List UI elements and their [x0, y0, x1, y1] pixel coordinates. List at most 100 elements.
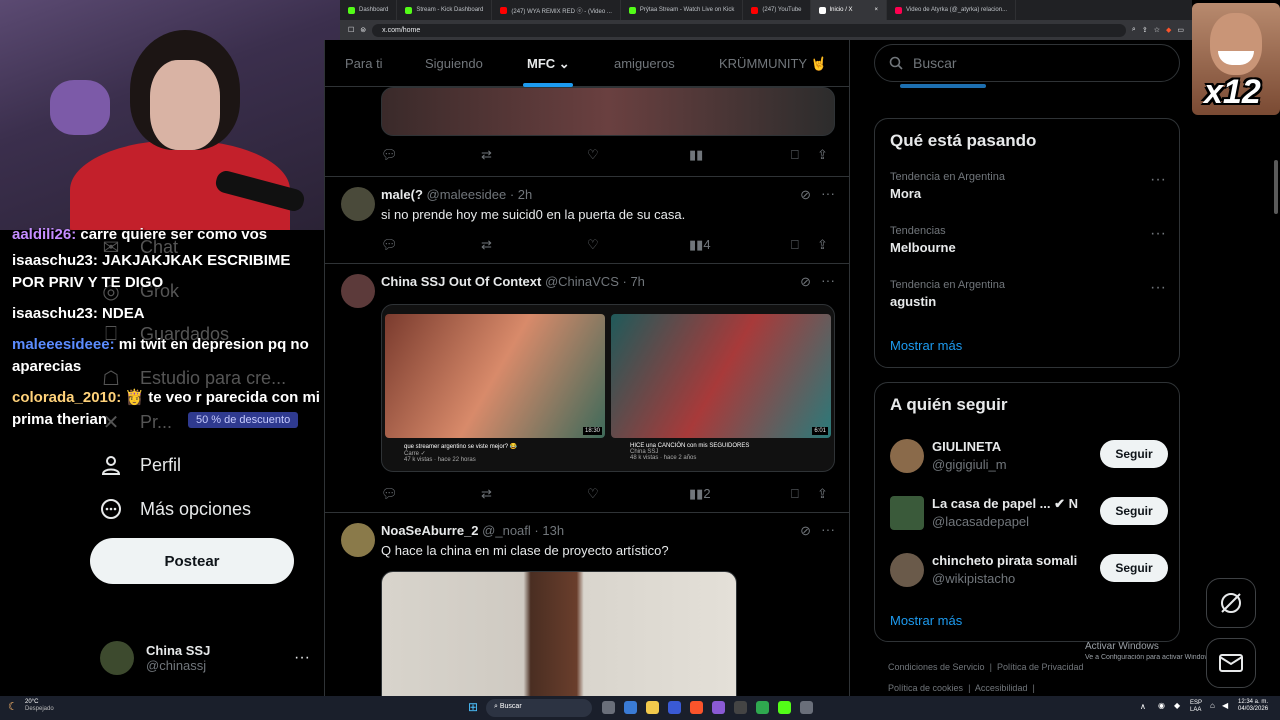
post-handle[interactable]: @ChinaVCS: [545, 274, 619, 289]
follow-button[interactable]: Seguir: [1100, 440, 1168, 468]
post-media[interactable]: 18:30 6:01 que streamer argentino se vis…: [381, 304, 835, 472]
post-image[interactable]: [381, 87, 835, 136]
avatar[interactable]: [341, 187, 375, 221]
trends-show-more[interactable]: Mostrar más: [890, 338, 962, 353]
like-icon[interactable]: ♡: [587, 486, 599, 502]
post[interactable]: China SSJ Out Of Context @ChinaVCS · 7h …: [325, 264, 849, 513]
follow-handle[interactable]: @lacasadepapel: [932, 514, 1029, 529]
weather-widget[interactable]: 20°C Despejado: [25, 699, 54, 713]
windows-start-icon[interactable]: ⊞: [468, 700, 478, 714]
network-icon[interactable]: ⌂: [1210, 701, 1215, 710]
follow-suggestion[interactable]: chincheto pirata somali @wikipistacho Se…: [890, 551, 1168, 591]
follow-handle[interactable]: @gigigiuli_m: [932, 457, 1007, 472]
tab-para-ti[interactable]: Para ti: [345, 56, 383, 71]
reply-icon[interactable]: 💬︎: [381, 486, 398, 502]
follow-suggestion[interactable]: La casa de papel ... ✔ N @lacasadepapel …: [890, 494, 1168, 534]
follow-button[interactable]: Seguir: [1100, 497, 1168, 525]
follow-show-more[interactable]: Mostrar más: [890, 613, 962, 628]
more-icon[interactable]: ···: [821, 272, 835, 288]
follow-handle[interactable]: @wikipistacho: [932, 571, 1015, 586]
grok-fab[interactable]: [1206, 578, 1256, 628]
follow-button[interactable]: Seguir: [1100, 554, 1168, 582]
follow-name[interactable]: chincheto pirata somali: [932, 553, 1077, 568]
post-handle[interactable]: @_noafl: [482, 523, 531, 538]
repost-icon[interactable]: ⇄: [481, 486, 492, 502]
post-author[interactable]: China SSJ Out Of Context: [381, 274, 541, 289]
footer-link[interactable]: Política de Privacidad: [997, 662, 1084, 672]
share-icon[interactable]: ⇪: [817, 147, 828, 163]
zoom-icon[interactable]: ⌕: [1132, 26, 1136, 34]
grok-icon[interactable]: ⊘: [800, 523, 811, 539]
browser-tab[interactable]: Stream - Kick Dashboard: [397, 0, 493, 20]
browser-tab[interactable]: (247) WYA REMIX RED ⓔ - (Video ...: [492, 0, 621, 20]
bookmark-icon[interactable]: ⎕: [791, 237, 799, 253]
footer-link[interactable]: Condiciones de Servicio: [888, 662, 985, 672]
like-icon[interactable]: ♡: [587, 147, 599, 163]
more-icon[interactable]: ···: [821, 185, 835, 201]
repost-icon[interactable]: ⇄: [481, 237, 492, 253]
language-indicator[interactable]: ESP LAA: [1190, 700, 1202, 714]
app-icon[interactable]: [756, 701, 769, 714]
sidebar-icon[interactable]: ▭: [1177, 26, 1184, 34]
video-thumbnail[interactable]: 6:01: [611, 314, 831, 438]
browser-tab[interactable]: Dashboard: [340, 0, 398, 20]
more-icon[interactable]: ···: [294, 649, 310, 667]
tab-amigueros[interactable]: amigueros: [614, 56, 675, 71]
more-icon[interactable]: ···: [1150, 171, 1166, 189]
bookmark-star-icon[interactable]: ☐: [348, 26, 354, 34]
trend-item[interactable]: Tendencia en Argentina agustin ···: [890, 279, 1166, 309]
views-icon[interactable]: ▮▮ 2: [689, 486, 711, 502]
messages-fab[interactable]: [1206, 638, 1256, 688]
tray-app-icon[interactable]: ◉: [1158, 701, 1165, 710]
share-icon[interactable]: ⇪: [817, 237, 828, 253]
nav-item-profile[interactable]: Perfil: [100, 454, 181, 476]
browser-tab[interactable]: Prýtaa Stream - Watch Live on Kick: [621, 0, 744, 20]
footer-link[interactable]: Accesibilidad: [975, 683, 1028, 693]
tray-app-icon[interactable]: ◆: [1174, 701, 1180, 710]
reply-icon[interactable]: 💬︎: [381, 147, 398, 163]
post-button[interactable]: Postear: [90, 538, 294, 584]
more-icon[interactable]: ···: [821, 521, 835, 537]
share-icon[interactable]: ⇪: [817, 486, 828, 502]
tab-siguiendo[interactable]: Siguiendo: [425, 56, 483, 71]
trend-item[interactable]: Tendencia en Argentina Mora ···: [890, 171, 1166, 201]
reply-icon[interactable]: 💬︎: [381, 237, 398, 253]
post[interactable]: NoaSeAburre_2 @_noafl · 13h ⊘ ··· Q hace…: [325, 513, 849, 696]
post-author[interactable]: male(?: [381, 187, 423, 202]
browser-tab[interactable]: Video de Atyrka (@_atyrka) relacion...: [887, 0, 1017, 20]
url-field[interactable]: x.com/home: [372, 23, 1126, 37]
post[interactable]: 💬︎ ⇄ ♡ ▮▮ ⎕ ⇪: [325, 87, 849, 177]
avatar[interactable]: [890, 439, 924, 473]
nav-item-more-options[interactable]: Más opciones: [100, 498, 251, 520]
views-icon[interactable]: ▮▮ 4: [689, 237, 711, 253]
views-icon[interactable]: ▮▮: [689, 147, 703, 163]
share-icon[interactable]: ⇪: [1142, 26, 1148, 34]
follow-suggestion[interactable]: GIULINETA @gigigiuli_m Seguir: [890, 437, 1168, 477]
post-time[interactable]: · 2h: [510, 187, 532, 202]
site-info-icon[interactable]: ⊜: [360, 26, 366, 34]
tab-krummunity[interactable]: KRÜMMUNITY 🤘: [719, 56, 827, 72]
extension-icon[interactable]: ◆: [1166, 26, 1171, 34]
browser-tab[interactable]: Inicio / X ×: [810, 0, 888, 20]
avatar[interactable]: [890, 553, 924, 587]
search-input[interactable]: Buscar: [874, 44, 1180, 82]
browser-tab[interactable]: (247) YouTube: [743, 0, 811, 20]
grok-icon[interactable]: ⊘: [800, 274, 811, 290]
avatar[interactable]: [341, 274, 375, 308]
grok-icon[interactable]: ⊘: [800, 187, 811, 203]
more-icon[interactable]: ···: [1150, 279, 1166, 297]
post-image[interactable]: [381, 571, 737, 696]
post-author[interactable]: NoaSeAburre_2: [381, 523, 479, 538]
avatar[interactable]: [341, 523, 375, 557]
bookmark-icon[interactable]: ⎕: [791, 147, 799, 163]
post-handle[interactable]: @maleesidee: [427, 187, 507, 202]
like-icon[interactable]: ♡: [587, 237, 599, 253]
account-switcher[interactable]: China SSJ @chinassj ···: [100, 638, 310, 678]
close-tab-icon[interactable]: ×: [875, 7, 879, 13]
tab-mfc[interactable]: MFC ⌄: [527, 56, 570, 72]
kick-icon[interactable]: [778, 701, 791, 714]
footer-link[interactable]: Política de cookies: [888, 683, 963, 693]
volume-icon[interactable]: ◀: [1222, 701, 1228, 710]
tray-chevron-icon[interactable]: ∧: [1140, 702, 1146, 711]
app-icon[interactable]: [668, 701, 681, 714]
